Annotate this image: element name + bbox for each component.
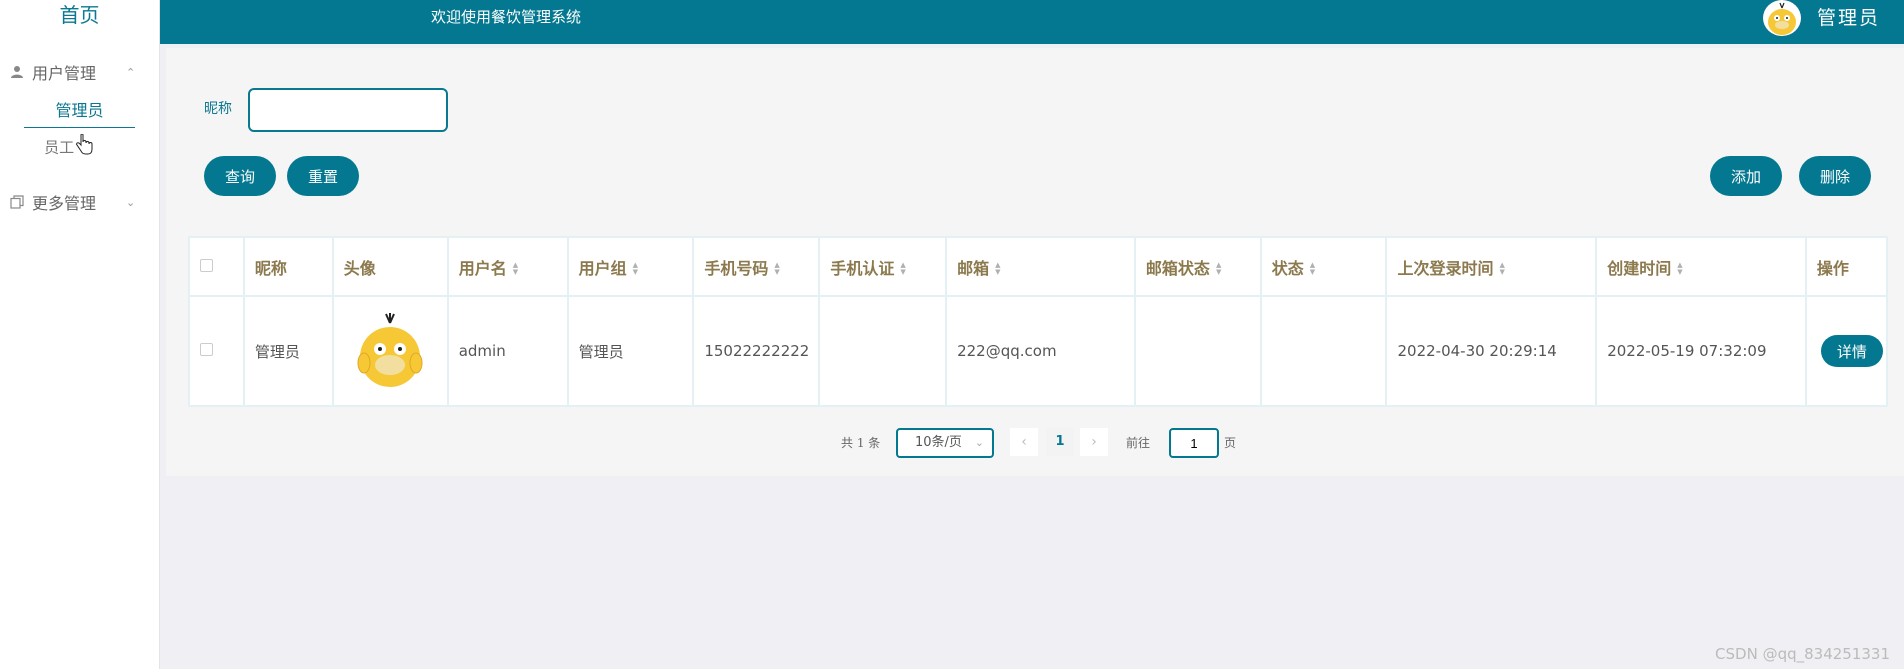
sort-icon[interactable]: ▲ ▼ xyxy=(633,262,638,276)
sidebar-item-label: 员工 xyxy=(44,138,75,157)
page-size-value: 10条/页 xyxy=(915,435,962,450)
sidebar-home-link[interactable]: 首页 xyxy=(0,0,159,30)
pagination: 共 1 条 10条/页 ⌄ ‹ 1 › 前往 页 xyxy=(166,426,1904,462)
copy-icon xyxy=(10,195,24,209)
query-button[interactable]: 查询 xyxy=(204,156,276,196)
table-row: 管理员 admin 管理员 15022222222 222@qq.com 202… xyxy=(188,295,1889,407)
sidebar-group-more-management[interactable]: 更多管理 ⌄ xyxy=(0,180,159,224)
watermark: CSDN @qq_834251331 xyxy=(1715,645,1890,663)
delete-button[interactable]: 删除 xyxy=(1799,156,1871,196)
sort-icon[interactable]: ▲ ▼ xyxy=(1677,262,1682,276)
user-avatar[interactable] xyxy=(1763,0,1801,36)
current-user-name[interactable]: 管理员 xyxy=(1817,3,1880,30)
sidebar-group-label: 用户管理 xyxy=(32,64,97,83)
col-status[interactable]: 状态 ▲ ▼ xyxy=(1259,236,1388,297)
cell-last-login: 2022-04-30 20:29:14 xyxy=(1385,295,1598,407)
goto-suffix: 页 xyxy=(1224,436,1237,450)
goto-page-input[interactable] xyxy=(1169,428,1219,458)
cell-email: 222@qq.com xyxy=(945,295,1136,407)
add-button[interactable]: 添加 xyxy=(1710,156,1782,196)
cell-phone-verify xyxy=(818,295,948,407)
nickname-label: 昵称 xyxy=(204,101,232,117)
top-bar: 欢迎使用餐饮管理系统 管理员 xyxy=(160,0,1904,44)
cell-avatar xyxy=(331,295,449,407)
cell-actions: 详情 xyxy=(1804,295,1889,407)
row-checkbox[interactable] xyxy=(200,343,213,356)
col-email[interactable]: 邮箱 ▲ ▼ xyxy=(945,236,1136,297)
pagination-total: 共 1 条 xyxy=(841,436,881,450)
cell-nickname: 管理员 xyxy=(242,295,334,407)
sort-icon[interactable]: ▲ ▼ xyxy=(1500,262,1505,276)
sort-icon[interactable]: ▲ ▼ xyxy=(513,262,518,276)
sidebar-group-user-management[interactable]: 用户管理 ⌃ xyxy=(0,50,159,94)
chevron-left-icon: ‹ xyxy=(1021,434,1027,450)
sort-icon[interactable]: ▲ ▼ xyxy=(774,262,779,276)
sidebar-group-label: 更多管理 xyxy=(32,194,97,213)
col-email-status[interactable]: 邮箱状态 ▲ ▼ xyxy=(1133,236,1262,297)
cell-user-group: 管理员 xyxy=(566,295,695,407)
user-table: 昵称 头像 用户名 ▲ ▼ 用户组 ▲ ▼ 手机号码 ▲ ▼ 手机认证 ▲ ▼ 邮箱 ▲ ▼ 邮箱状… xyxy=(188,236,1889,407)
select-all-cell xyxy=(188,236,245,297)
sidebar-item-staff[interactable]: 员工 xyxy=(0,128,159,162)
col-phone-verify[interactable]: 手机认证 ▲ ▼ xyxy=(818,236,948,297)
cell-created: 2022-05-19 07:32:09 xyxy=(1595,295,1807,407)
table-header-row: 昵称 头像 用户名 ▲ ▼ 用户组 ▲ ▼ 手机号码 ▲ ▼ 手机认证 ▲ ▼ 邮箱 ▲ ▼ 邮箱状… xyxy=(188,236,1889,297)
sort-icon[interactable]: ▲ ▼ xyxy=(1216,262,1221,276)
page-number-current[interactable]: 1 xyxy=(1046,428,1074,456)
cell-phone: 15022222222 xyxy=(692,295,821,407)
col-actions: 操作 xyxy=(1804,236,1889,297)
reset-button[interactable]: 重置 xyxy=(287,156,359,196)
col-user-group[interactable]: 用户组 ▲ ▼ xyxy=(566,236,695,297)
goto-label: 前往 xyxy=(1126,436,1151,450)
duck-avatar-icon xyxy=(1768,2,1796,35)
user-icon xyxy=(10,65,24,79)
main-panel: 昵称 查询 重置 添加 删除 昵称 头像 用户名 ▲ ▼ 用户组 ▲ ▼ 手机号码 ▲ ▼ … xyxy=(166,48,1904,476)
chevron-down-icon: ⌄ xyxy=(974,436,984,449)
prev-page-button[interactable]: ‹ xyxy=(1010,428,1038,456)
col-created[interactable]: 创建时间 ▲ ▼ xyxy=(1595,236,1807,297)
row-select-cell xyxy=(188,295,245,407)
col-phone[interactable]: 手机号码 ▲ ▼ xyxy=(692,236,821,297)
page-size-select[interactable]: 10条/页 ⌄ xyxy=(896,428,994,458)
sidebar: 首页 用户管理 ⌃ 管理员 员工 更多管理 ⌄ xyxy=(0,0,160,669)
col-username[interactable]: 用户名 ▲ ▼ xyxy=(446,236,569,297)
sort-icon[interactable]: ▲ ▼ xyxy=(995,262,1000,276)
chevron-up-icon: ⌃ xyxy=(126,65,136,79)
sort-icon[interactable]: ▲ ▼ xyxy=(900,262,905,276)
cell-status xyxy=(1259,295,1388,407)
cell-username: admin xyxy=(446,295,569,407)
sort-icon[interactable]: ▲ ▼ xyxy=(1310,262,1315,276)
detail-button[interactable]: 详情 xyxy=(1820,335,1883,367)
select-all-checkbox[interactable] xyxy=(200,259,213,272)
cell-email-status xyxy=(1133,295,1262,407)
chevron-down-icon: ⌄ xyxy=(126,195,136,209)
sidebar-item-admin[interactable]: 管理员 xyxy=(24,94,135,128)
duck-avatar-icon xyxy=(350,311,431,391)
nickname-search-input[interactable] xyxy=(248,88,448,132)
chevron-right-icon: › xyxy=(1091,434,1097,450)
next-page-button[interactable]: › xyxy=(1080,428,1108,456)
hand-cursor-icon xyxy=(75,133,93,168)
col-last-login[interactable]: 上次登录时间 ▲ ▼ xyxy=(1385,236,1598,297)
col-avatar: 头像 xyxy=(331,236,449,297)
app-title: 欢迎使用餐饮管理系统 xyxy=(431,8,582,26)
col-nickname: 昵称 xyxy=(242,236,334,297)
